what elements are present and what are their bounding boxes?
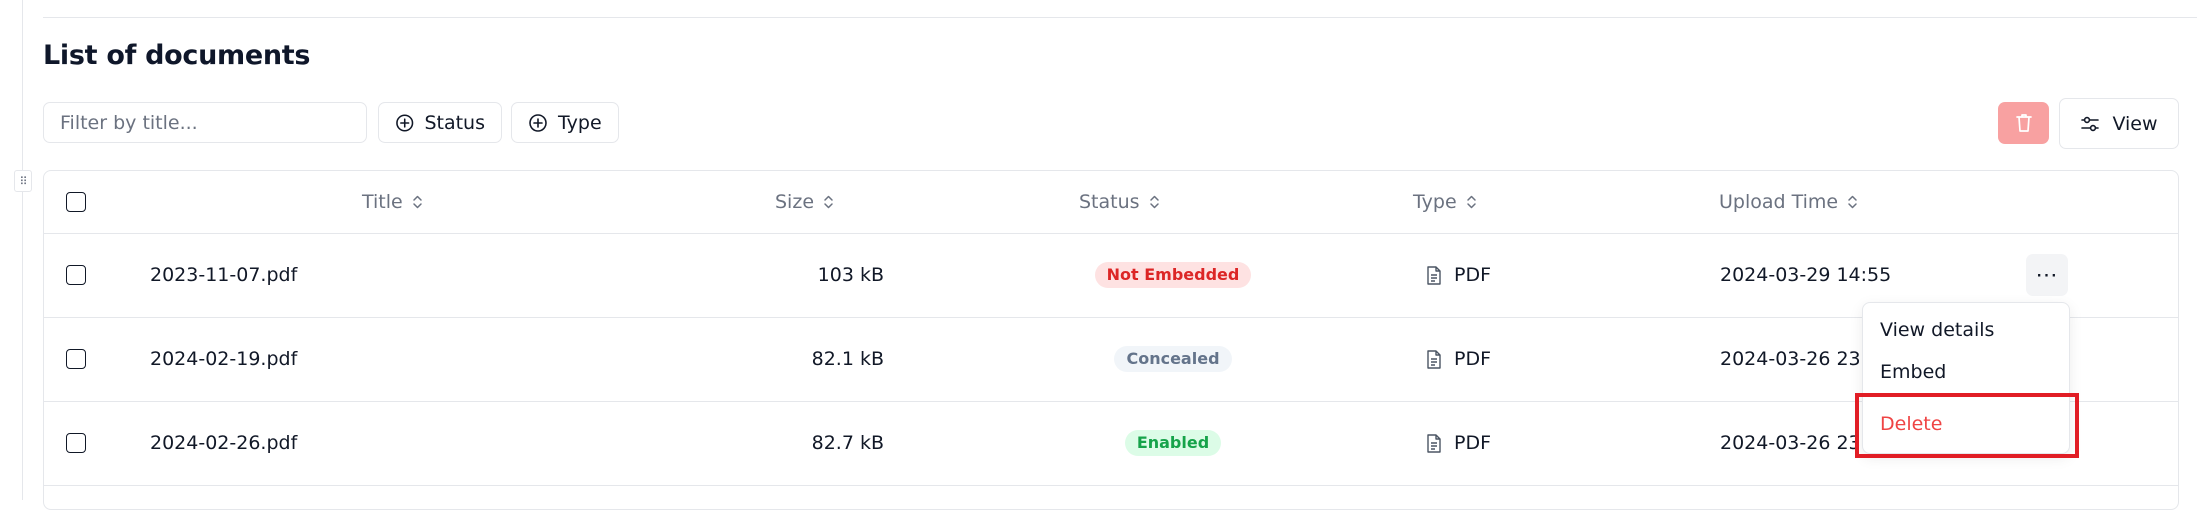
row-checkbox[interactable] bbox=[66, 265, 86, 285]
menu-item-delete[interactable]: Delete bbox=[1869, 405, 2063, 443]
column-status-label: Status bbox=[1079, 191, 1140, 213]
status-badge: Not Embedded bbox=[1094, 262, 1252, 288]
status-badge: Concealed bbox=[1102, 346, 1244, 372]
document-upload-time: 2024-03-26 23:3 bbox=[1720, 348, 1880, 370]
table-row[interactable]: 2023-11-07.pdf 103 kB Not Embedded PDF 2… bbox=[44, 233, 2178, 318]
row-actions-button[interactable]: ⋯ bbox=[2026, 254, 2068, 296]
status-badge-text: Enabled bbox=[1124, 430, 1222, 456]
sort-icon bbox=[1466, 195, 1476, 209]
table-row[interactable]: 2024-02-19.pdf 82.1 kB Concealed PDF 202… bbox=[44, 317, 2178, 402]
table-row[interactable]: 2024-02-26.pdf 82.7 kB Enabled PDF 2024-… bbox=[44, 401, 2178, 486]
file-icon bbox=[1427, 265, 1441, 285]
delete-selected-button[interactable] bbox=[1998, 102, 2049, 144]
row-checkbox[interactable] bbox=[66, 349, 86, 369]
sort-icon bbox=[1149, 195, 1159, 209]
side-divider bbox=[22, 0, 23, 500]
menu-item-embed[interactable]: Embed bbox=[1869, 353, 2063, 391]
plus-circle-icon bbox=[529, 113, 547, 132]
document-size: 82.7 kB bbox=[811, 432, 884, 454]
column-header-type[interactable]: Type bbox=[1413, 191, 1477, 213]
document-type: PDF bbox=[1426, 348, 1491, 370]
document-upload-time: 2024-03-26 23:3 bbox=[1720, 432, 1880, 454]
column-header-upload-time[interactable]: Upload Time bbox=[1719, 191, 1858, 213]
filter-title-input[interactable] bbox=[43, 102, 367, 143]
toolbar: Status Type View bbox=[43, 98, 2179, 149]
status-badge: Enabled bbox=[1102, 430, 1244, 456]
document-type-label: PDF bbox=[1454, 348, 1492, 370]
document-type-label: PDF bbox=[1454, 432, 1492, 454]
row-checkbox[interactable] bbox=[66, 433, 86, 453]
sort-icon bbox=[1848, 195, 1857, 209]
column-header-status[interactable]: Status bbox=[1079, 191, 1160, 213]
type-filter-button[interactable]: Type bbox=[511, 102, 619, 143]
column-size-label: Size bbox=[775, 191, 815, 213]
type-filter-label: Type bbox=[558, 111, 602, 134]
status-filter-button[interactable]: Status bbox=[378, 102, 502, 143]
document-title: 2023-11-07.pdf bbox=[150, 264, 298, 286]
column-type-label: Type bbox=[1413, 191, 1457, 213]
plus-circle-icon bbox=[396, 113, 414, 132]
status-filter-label: Status bbox=[424, 111, 485, 134]
file-icon bbox=[1427, 349, 1441, 369]
trash-icon bbox=[2015, 114, 2032, 132]
sliders-icon bbox=[2081, 116, 2100, 131]
column-upload-time-label: Upload Time bbox=[1719, 191, 1839, 213]
row-actions-menu: View details Embed Delete bbox=[1862, 302, 2070, 454]
document-title: 2024-02-19.pdf bbox=[150, 348, 298, 370]
document-size: 103 kB bbox=[817, 264, 884, 286]
file-icon bbox=[1427, 433, 1441, 453]
document-type: PDF bbox=[1426, 264, 1491, 286]
select-all-checkbox[interactable] bbox=[66, 192, 86, 212]
column-title-label: Title bbox=[362, 191, 403, 213]
status-badge-text: Concealed bbox=[1114, 346, 1232, 372]
document-type: PDF bbox=[1426, 432, 1491, 454]
view-options-button[interactable]: View bbox=[2059, 98, 2179, 149]
documents-table: Title Size Status Type Upload Time 2023-… bbox=[43, 170, 2179, 510]
sort-icon bbox=[412, 195, 422, 209]
document-upload-time: 2024-03-29 14:55 bbox=[1720, 264, 1892, 286]
sort-icon bbox=[824, 195, 833, 209]
menu-separator bbox=[1863, 396, 2069, 397]
document-type-label: PDF bbox=[1454, 264, 1492, 286]
document-title: 2024-02-26.pdf bbox=[150, 432, 298, 454]
document-size: 82.1 kB bbox=[811, 348, 884, 370]
view-label: View bbox=[2112, 112, 2158, 135]
drag-handle-icon[interactable]: ⠿ bbox=[14, 170, 32, 192]
menu-item-view-details[interactable]: View details bbox=[1869, 311, 2063, 349]
top-divider bbox=[43, 17, 2197, 18]
table-header-row: Title Size Status Type Upload Time bbox=[44, 171, 2178, 234]
column-header-title[interactable]: Title bbox=[362, 191, 423, 213]
column-header-size[interactable]: Size bbox=[775, 191, 834, 213]
status-badge-text: Not Embedded bbox=[1094, 262, 1252, 288]
page-title: List of documents bbox=[43, 40, 311, 71]
